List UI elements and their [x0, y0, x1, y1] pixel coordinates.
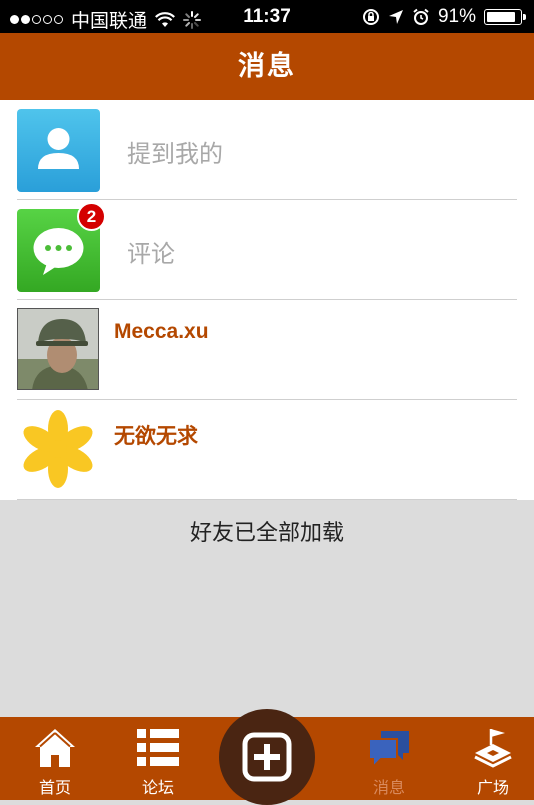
alarm-icon: [413, 8, 429, 25]
friend-name: Mecca.xu: [114, 320, 209, 343]
message-list: 提到我的 2 评论 Mecca.xu 无欲无求: [0, 100, 534, 500]
page-title: 消息: [238, 51, 296, 81]
avatar-soldier: [17, 308, 99, 390]
signal-strength-icon: [10, 15, 63, 24]
list-item-friend[interactable]: Mecca.xu: [0, 300, 534, 400]
plaza-icon: [474, 729, 512, 768]
tab-forum[interactable]: 论坛: [118, 717, 198, 800]
tab-label: 消息: [372, 780, 405, 797]
add-icon: [242, 732, 292, 782]
tab-bar: 首页 论坛 消息 广场: [0, 709, 534, 805]
battery-icon: [484, 9, 526, 25]
status-left: 中国联通: [10, 6, 202, 33]
tab-label: 首页: [38, 780, 71, 797]
tab-label: 广场: [476, 780, 509, 797]
avatar-flower: [17, 408, 99, 490]
rotation-lock-icon: [362, 9, 379, 25]
tab-plaza[interactable]: 广场: [453, 717, 533, 800]
battery-fill: [487, 12, 515, 22]
wifi-icon: [155, 11, 175, 27]
location-arrow-icon: [388, 10, 403, 24]
loading-spinner-icon: [183, 10, 202, 29]
tab-home[interactable]: 首页: [15, 717, 95, 800]
friend-name: 无欲无求: [114, 425, 198, 448]
list-item-comments[interactable]: 2 评论: [0, 200, 534, 300]
list-icon: [137, 729, 179, 766]
user-icon: [17, 109, 100, 192]
compose-button[interactable]: [219, 709, 315, 805]
list-item-label: 评论: [127, 241, 175, 268]
carrier-name: 中国联通: [71, 11, 148, 32]
all-loaded-message: 好友已全部加载: [189, 520, 344, 545]
status-right: 91%: [362, 6, 526, 28]
tab-messages[interactable]: 消息: [349, 717, 429, 800]
home-icon: [35, 729, 75, 767]
unread-badge: 2: [77, 202, 106, 231]
message-icon: [368, 731, 409, 769]
battery-percent: 91%: [437, 6, 476, 27]
tab-label: 论坛: [141, 780, 174, 797]
list-item-friend[interactable]: 无欲无求: [0, 400, 534, 500]
list-item-label: 提到我的: [127, 141, 223, 168]
list-item-mentions[interactable]: 提到我的: [0, 100, 534, 200]
status-bar: 中国联通 11:37 91%: [0, 0, 534, 33]
nav-bar: 消息: [0, 33, 534, 100]
